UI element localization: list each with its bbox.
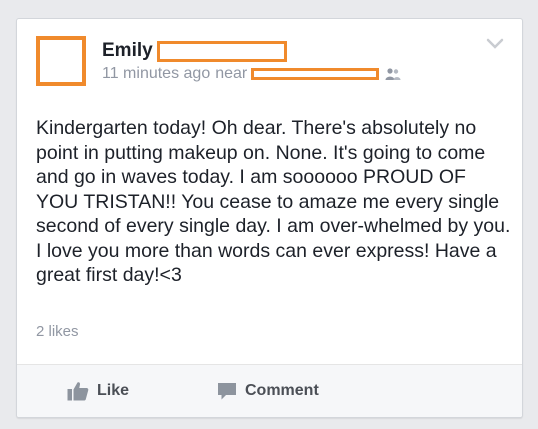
redacted-location-box: [251, 68, 380, 80]
like-label: Like: [97, 382, 130, 399]
comment-label: Comment: [245, 382, 319, 399]
speech-bubble-icon: [218, 382, 236, 399]
author-name[interactable]: Emily: [102, 40, 153, 62]
friends-icon[interactable]: [385, 67, 401, 81]
post-text: Kindergarten today! Oh dear. There's abs…: [36, 117, 511, 286]
comment-button[interactable]: Comment: [217, 365, 319, 417]
post-timestamp[interactable]: 11 minutes ago: [102, 65, 210, 83]
post-card: Emily 11 minutes ago near Kindergarten t…: [16, 18, 523, 418]
near-label: near: [215, 65, 248, 82]
post-meta: 11 minutes ago near: [102, 63, 401, 85]
thumbs-up-icon: [67, 382, 89, 401]
likes-count[interactable]: 2 likes: [36, 323, 79, 340]
avatar[interactable]: [36, 36, 86, 86]
redacted-surname-box: [156, 40, 287, 62]
action-bar: Like Comment: [17, 365, 522, 417]
author-row: Emily: [102, 39, 287, 63]
chevron-down-icon[interactable]: [486, 37, 504, 49]
like-button[interactable]: Like: [67, 365, 129, 417]
